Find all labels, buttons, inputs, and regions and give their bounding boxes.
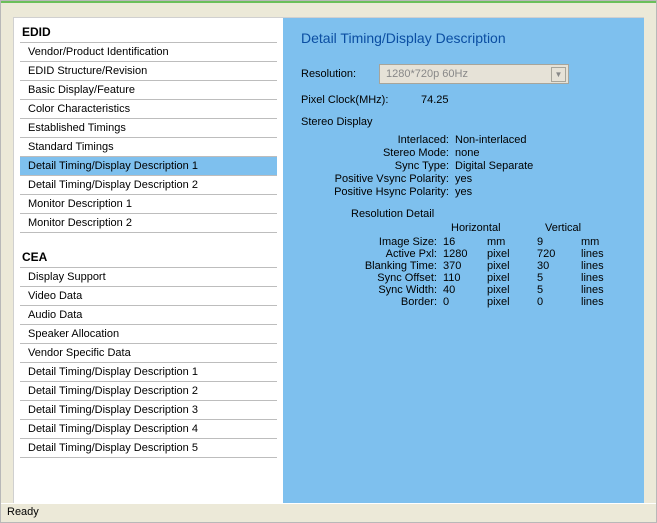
resdet-row: Sync Offset:110pixel5lines (301, 272, 631, 284)
resolution-label: Resolution: (301, 68, 379, 80)
pixel-clock-label: Pixel Clock(MHz): (301, 94, 421, 106)
category-item[interactable]: Basic Display/Feature (20, 81, 277, 100)
kv-row: Sync Type:Digital Separate (301, 160, 631, 172)
category-item[interactable]: Detail Timing/Display Description 3 (20, 401, 277, 420)
kv-value: Digital Separate (455, 160, 533, 172)
category-item[interactable]: Established Timings (20, 119, 277, 138)
col-vertical: Vertical (545, 222, 625, 234)
category-item[interactable]: Monitor Description 1 (20, 195, 277, 214)
category-item[interactable]: Video Data (20, 287, 277, 306)
resolution-detail-columns: Horizontal Vertical (451, 222, 631, 234)
category-sidebar: EDIDVendor/Product IdentificationEDID St… (14, 18, 283, 503)
detail-title: Detail Timing/Display Description (301, 30, 631, 46)
resolution-dropdown[interactable]: 1280*720p 60Hz ▼ (379, 64, 569, 84)
category-item[interactable]: Detail Timing/Display Description 1 (20, 363, 277, 382)
category-item[interactable]: Detail Timing/Display Description 2 (20, 382, 277, 401)
category-item[interactable]: Speaker Allocation (20, 325, 277, 344)
kv-value: Non-interlaced (455, 134, 527, 146)
resdet-v-value: 5 (537, 272, 581, 284)
resdet-h-value: 370 (443, 260, 487, 272)
category-item[interactable]: Detail Timing/Display Description 5 (20, 439, 277, 458)
category-item[interactable]: Monitor Description 2 (20, 214, 277, 233)
kv-value: yes (455, 186, 472, 198)
resdet-h-unit: pixel (487, 260, 537, 272)
resdet-h-value: 16 (443, 236, 487, 248)
resdet-v-value: 0 (537, 296, 581, 308)
resdet-h-value: 1280 (443, 248, 487, 260)
content-frame: EDIDVendor/Product IdentificationEDID St… (13, 17, 644, 503)
status-text: Ready (7, 506, 39, 518)
kv-value: none (455, 147, 479, 159)
resdet-v-value: 5 (537, 284, 581, 296)
resdet-row: Sync Width:40pixel5lines (301, 284, 631, 296)
category-item[interactable]: Vendor Specific Data (20, 344, 277, 363)
resdet-key: Image Size: (301, 236, 443, 248)
resdet-key: Sync Offset: (301, 272, 443, 284)
category-item[interactable]: EDID Structure/Revision (20, 62, 277, 81)
resdet-v-unit: lines (581, 272, 631, 284)
resdet-key: Active Pxl: (301, 248, 443, 260)
category-item[interactable]: Detail Timing/Display Description 2 (20, 176, 277, 195)
tab-strip (1, 1, 656, 11)
category-item[interactable]: Vendor/Product Identification (20, 43, 277, 62)
resdet-v-unit: lines (581, 248, 631, 260)
resolution-detail-header: Resolution Detail (351, 208, 631, 220)
kv-key: Positive Hsync Polarity: (301, 186, 455, 198)
category-item[interactable]: Standard Timings (20, 138, 277, 157)
pixel-clock-value: 74.25 (421, 94, 449, 106)
pixel-clock-row: Pixel Clock(MHz): 74.25 (301, 94, 631, 106)
kv-row: Stereo Mode:none (301, 147, 631, 159)
resdet-h-value: 40 (443, 284, 487, 296)
category-header: EDID (20, 22, 277, 43)
kv-key: Interlaced: (301, 134, 455, 146)
resdet-h-unit: pixel (487, 284, 537, 296)
kv-key: Sync Type: (301, 160, 455, 172)
chevron-down-icon: ▼ (551, 67, 566, 82)
resdet-v-unit: lines (581, 284, 631, 296)
resdet-h-unit: mm (487, 236, 537, 248)
resdet-h-value: 110 (443, 272, 487, 284)
resdet-key: Border: (301, 296, 443, 308)
resolution-detail-table: Image Size:16mm9mmActive Pxl:1280pixel72… (301, 236, 631, 308)
kv-row: Positive Hsync Polarity:yes (301, 186, 631, 198)
resdet-row: Border:0pixel0lines (301, 296, 631, 308)
resdet-row: Active Pxl:1280pixel720lines (301, 248, 631, 260)
stereo-kv-list: Interlaced:Non-interlacedStereo Mode:non… (301, 134, 631, 198)
col-horizontal: Horizontal (451, 222, 545, 234)
resdet-row: Image Size:16mm9mm (301, 236, 631, 248)
category-item[interactable]: Detail Timing/Display Description 1 (20, 157, 277, 176)
resdet-h-unit: pixel (487, 272, 537, 284)
resdet-v-value: 9 (537, 236, 581, 248)
kv-row: Positive Vsync Polarity:yes (301, 173, 631, 185)
category-item[interactable]: Audio Data (20, 306, 277, 325)
resolution-row: Resolution: 1280*720p 60Hz ▼ (301, 64, 631, 84)
kv-value: yes (455, 173, 472, 185)
detail-panel: Detail Timing/Display Description Resolu… (283, 18, 644, 503)
resdet-v-value: 720 (537, 248, 581, 260)
category-header: CEA (20, 247, 277, 268)
stereo-header: Stereo Display (301, 116, 631, 128)
kv-key: Stereo Mode: (301, 147, 455, 159)
resolution-dropdown-value: 1280*720p 60Hz (386, 68, 468, 80)
resdet-key: Blanking Time: (301, 260, 443, 272)
resdet-h-unit: pixel (487, 248, 537, 260)
category-item[interactable]: Display Support (20, 268, 277, 287)
resdet-v-unit: lines (581, 260, 631, 272)
resdet-v-unit: mm (581, 236, 631, 248)
resdet-v-value: 30 (537, 260, 581, 272)
status-bar: Ready (1, 503, 656, 522)
kv-key: Positive Vsync Polarity: (301, 173, 455, 185)
resdet-key: Sync Width: (301, 284, 443, 296)
edid-editor-window: EDIDVendor/Product IdentificationEDID St… (0, 0, 657, 523)
resdet-row: Blanking Time:370pixel30lines (301, 260, 631, 272)
resdet-h-unit: pixel (487, 296, 537, 308)
category-item[interactable]: Detail Timing/Display Description 4 (20, 420, 277, 439)
category-item[interactable]: Color Characteristics (20, 100, 277, 119)
resdet-v-unit: lines (581, 296, 631, 308)
kv-row: Interlaced:Non-interlaced (301, 134, 631, 146)
resdet-h-value: 0 (443, 296, 487, 308)
